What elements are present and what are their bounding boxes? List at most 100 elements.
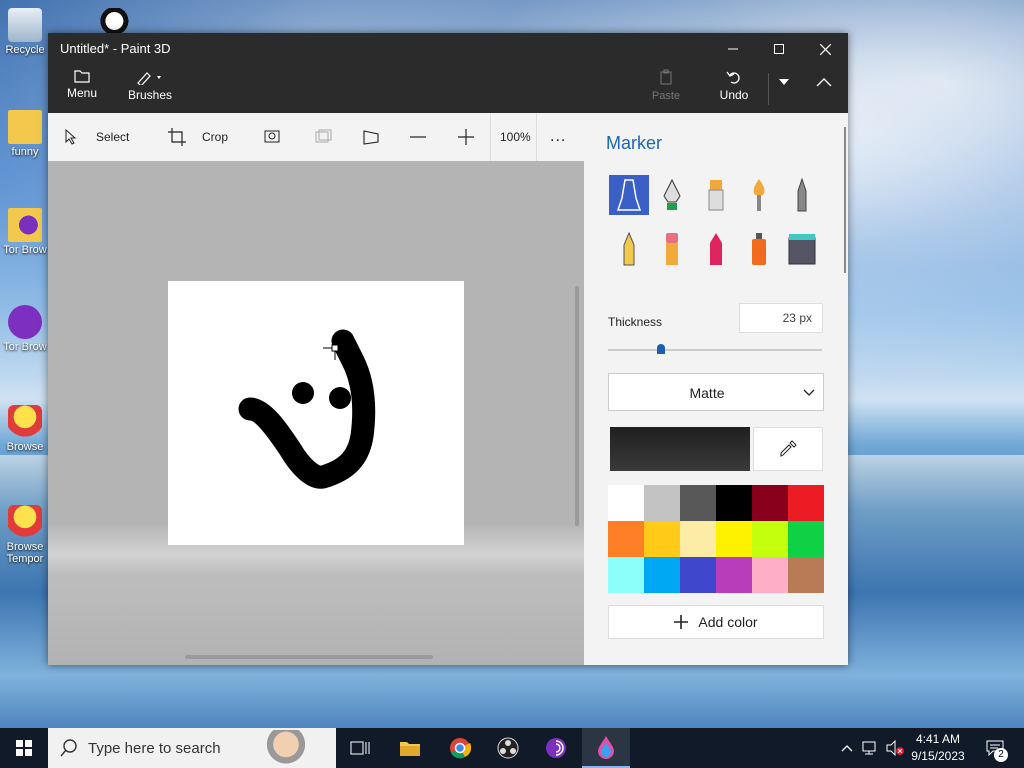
marker-brush[interactable]	[609, 175, 649, 215]
ribbon: Menu Brushes Paste Undo	[48, 65, 848, 113]
pencil-icon	[623, 232, 635, 266]
volume-tray-button[interactable]	[884, 728, 906, 768]
desktop-icon-label: Tor Brow	[3, 244, 47, 256]
taskbar-clock[interactable]: 4:41 AM 9/15/2023	[905, 731, 971, 765]
close-button[interactable]	[802, 33, 848, 65]
calligraphy-pen-brush[interactable]	[652, 175, 692, 215]
action-center-button[interactable]: 2	[980, 728, 1010, 768]
color-swatch[interactable]	[608, 521, 644, 557]
color-swatch[interactable]	[752, 557, 788, 593]
desktop-icon-tor-browser[interactable]: Tor Brow	[0, 305, 50, 353]
canvas-workspace[interactable]	[48, 161, 584, 665]
desktop-icon-tor-browser-folder[interactable]: Tor Brow	[0, 208, 50, 256]
task-view-icon	[350, 741, 370, 755]
file-explorer-taskbar-button[interactable]	[388, 728, 432, 768]
color-swatch[interactable]	[752, 485, 788, 521]
select-tool[interactable]: Select	[64, 113, 129, 161]
vertical-scrollbar[interactable]	[575, 286, 579, 526]
horizontal-scrollbar[interactable]	[185, 655, 433, 659]
current-color-swatch[interactable]	[610, 427, 750, 471]
color-swatch[interactable]	[788, 485, 824, 521]
pencil-brush[interactable]	[609, 229, 649, 269]
color-swatch[interactable]	[644, 485, 680, 521]
brushes-button[interactable]: Brushes	[128, 69, 172, 102]
undo-label: Undo	[719, 88, 749, 102]
taskbar: Type here to search 4:41 AM 9/15/2023 2	[0, 728, 1024, 768]
obs-taskbar-button[interactable]	[486, 728, 530, 768]
start-button[interactable]	[0, 728, 48, 768]
color-swatch[interactable]	[608, 485, 644, 521]
desktop-icon-partial[interactable]	[100, 8, 136, 34]
task-view-button[interactable]	[338, 728, 382, 768]
zoom-in-button[interactable]	[458, 113, 484, 161]
desktop-icon-browse[interactable]: Browse	[0, 405, 50, 453]
eraser-icon	[666, 233, 678, 265]
brushes-label: Brushes	[128, 88, 173, 102]
window-title: Untitled* - Paint 3D	[60, 41, 171, 56]
color-swatch[interactable]	[644, 521, 680, 557]
panel-scrollbar[interactable]	[844, 127, 846, 273]
color-swatch[interactable]	[608, 557, 644, 593]
zoom-out-button[interactable]	[410, 113, 436, 161]
desktop-icon-recycle-bin[interactable]: Recycle	[0, 8, 50, 56]
color-swatch[interactable]	[716, 485, 752, 521]
watercolor-brush[interactable]	[739, 175, 779, 215]
paint3d-taskbar-button[interactable]	[582, 728, 630, 768]
eraser-brush[interactable]	[652, 229, 692, 269]
color-swatch[interactable]	[680, 485, 716, 521]
eyedropper-button[interactable]	[753, 427, 823, 471]
color-swatch[interactable]	[788, 521, 824, 557]
menu-button[interactable]: Menu	[66, 69, 98, 100]
minimize-button[interactable]	[710, 33, 756, 65]
color-swatch[interactable]	[788, 557, 824, 593]
color-swatch[interactable]	[680, 557, 716, 593]
taskbar-search-box[interactable]: Type here to search	[48, 728, 336, 768]
collapse-ribbon-button[interactable]	[812, 77, 836, 90]
canvas-toolbar: Select Crop 100% ...	[48, 113, 584, 162]
thickness-slider-knob[interactable]	[657, 344, 665, 354]
tor-browser-taskbar-button[interactable]	[534, 728, 578, 768]
desktop-icon-browse-temporary[interactable]: Browse Tempor	[0, 505, 50, 565]
view-3d-tool[interactable]	[362, 113, 390, 161]
file-explorer-icon	[400, 742, 420, 756]
fill-bucket-brush[interactable]	[782, 229, 822, 269]
drawing-strokes	[238, 329, 376, 489]
toolbar-divider	[536, 113, 537, 161]
chevron-down-icon	[779, 79, 789, 85]
3d-library-tool[interactable]	[314, 113, 342, 161]
undo-history-dropdown[interactable]	[774, 79, 794, 88]
color-swatch[interactable]	[752, 521, 788, 557]
color-swatch[interactable]	[716, 557, 752, 593]
finish-dropdown[interactable]: Matte	[608, 373, 824, 411]
drawing-canvas[interactable]	[168, 281, 464, 545]
zoom-level[interactable]: 100%	[500, 113, 531, 161]
show-hidden-icons-button[interactable]	[838, 728, 856, 768]
desktop-icon-funny-folder[interactable]: funny	[0, 110, 50, 158]
paste-button[interactable]: Paste	[646, 69, 686, 102]
maximize-button[interactable]	[756, 33, 802, 65]
finish-value: Matte	[689, 385, 725, 401]
color-swatch[interactable]	[716, 521, 752, 557]
more-options-button[interactable]: ...	[550, 113, 566, 161]
magic-select-tool[interactable]	[264, 113, 292, 161]
marker-icon	[616, 179, 642, 211]
crop-label: Crop	[202, 130, 229, 144]
color-swatch[interactable]	[644, 557, 680, 593]
color-swatch[interactable]	[680, 521, 716, 557]
crayon-brush[interactable]	[696, 229, 736, 269]
crop-tool[interactable]: Crop	[168, 113, 228, 161]
volume-muted-icon	[886, 740, 904, 756]
oil-brush[interactable]	[696, 175, 736, 215]
folder-icon	[74, 70, 90, 83]
bonzi-character-icon	[8, 405, 42, 439]
thickness-slider[interactable]	[608, 344, 822, 354]
undo-button[interactable]: Undo	[716, 69, 752, 102]
3d-object-icon	[315, 129, 332, 143]
network-tray-button[interactable]	[860, 728, 882, 768]
pixel-pen-brush[interactable]	[782, 175, 822, 215]
chrome-taskbar-button[interactable]	[438, 728, 482, 768]
thickness-input[interactable]: 23 px	[739, 303, 823, 333]
add-color-button[interactable]: Add color	[608, 605, 824, 639]
spray-can-brush[interactable]	[739, 229, 779, 269]
brush-icon	[137, 72, 161, 85]
